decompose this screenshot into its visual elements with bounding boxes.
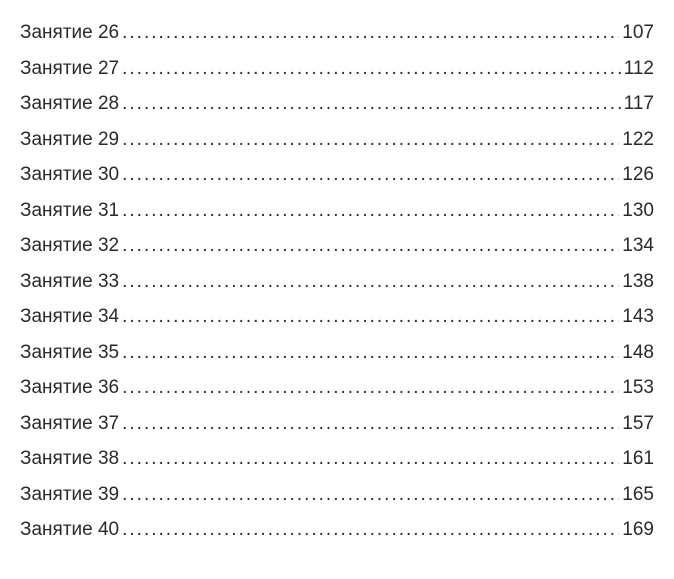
toc-entry-page: 169 [622,519,654,541]
table-row: Занятие 34 .............................… [20,306,654,328]
toc-leader-dots: ........................................… [122,164,619,186]
toc-entry-page: 138 [622,271,654,293]
toc-entry-label: Занятие 30 [20,164,119,186]
toc-page: Занятие 26 .............................… [0,0,674,577]
table-row: Занятие 38 .............................… [20,448,654,470]
table-row: Занятие 32 .............................… [20,235,654,257]
toc-leader-dots: ........................................… [122,58,621,80]
toc-entry-label: Занятие 38 [20,448,119,470]
toc-leader-dots: ........................................… [122,484,619,506]
table-row: Занятие 36 .............................… [20,377,654,399]
table-row: Занятие 29 .............................… [20,129,654,151]
table-row: Занятие 33 .............................… [20,271,654,293]
toc-leader-dots: ........................................… [122,377,619,399]
toc-entry-label: Занятие 28 [20,93,119,115]
toc-entry-label: Занятие 31 [20,200,119,222]
toc-entry-label: Занятие 40 [20,519,119,541]
table-row: Занятие 27 .............................… [20,58,654,80]
toc-entry-page: 157 [622,413,654,435]
toc-entry-label: Занятие 34 [20,306,119,328]
toc-entry-page: 117 [624,93,654,115]
toc-leader-dots: ........................................… [122,235,619,257]
table-row: Занятие 39 .............................… [20,484,654,506]
toc-entry-label: Занятие 26 [20,22,119,44]
toc-leader-dots: ........................................… [122,342,619,364]
toc-leader-dots: ........................................… [122,22,619,44]
toc-entry-page: 126 [622,164,654,186]
toc-entry-label: Занятие 33 [20,271,119,293]
table-row: Занятие 28 .............................… [20,93,654,115]
toc-entry-page: 165 [622,484,654,506]
table-row: Занятие 35 .............................… [20,342,654,364]
toc-leader-dots: ........................................… [122,413,619,435]
toc-entry-label: Занятие 35 [20,342,119,364]
toc-leader-dots: ........................................… [122,93,621,115]
toc-entry-label: Занятие 27 [20,58,119,80]
toc-entry-page: 134 [622,235,654,257]
toc-entry-label: Занятие 37 [20,413,119,435]
toc-entry-page: 153 [622,377,654,399]
table-row: Занятие 30 .............................… [20,164,654,186]
toc-leader-dots: ........................................… [122,519,619,541]
toc-entry-page: 107 [622,22,654,44]
toc-entry-page: 143 [622,306,654,328]
table-row: Занятие 37 .............................… [20,413,654,435]
toc-leader-dots: ........................................… [122,200,619,222]
toc-entry-page: 122 [622,129,654,151]
toc-entry-label: Занятие 29 [20,129,119,151]
toc-entry-page: 148 [622,342,654,364]
table-row: Занятие 31 .............................… [20,200,654,222]
toc-leader-dots: ........................................… [122,129,619,151]
toc-entry-page: 112 [624,58,654,80]
toc-entry-label: Занятие 36 [20,377,119,399]
toc-leader-dots: ........................................… [122,271,619,293]
toc-entry-page: 161 [622,448,654,470]
toc-leader-dots: ........................................… [122,306,619,328]
toc-entry-label: Занятие 39 [20,484,119,506]
toc-entry-page: 130 [622,200,654,222]
toc-leader-dots: ........................................… [122,448,619,470]
toc-entry-label: Занятие 32 [20,235,119,257]
table-row: Занятие 40 .............................… [20,519,654,541]
table-row: Занятие 26 .............................… [20,22,654,44]
